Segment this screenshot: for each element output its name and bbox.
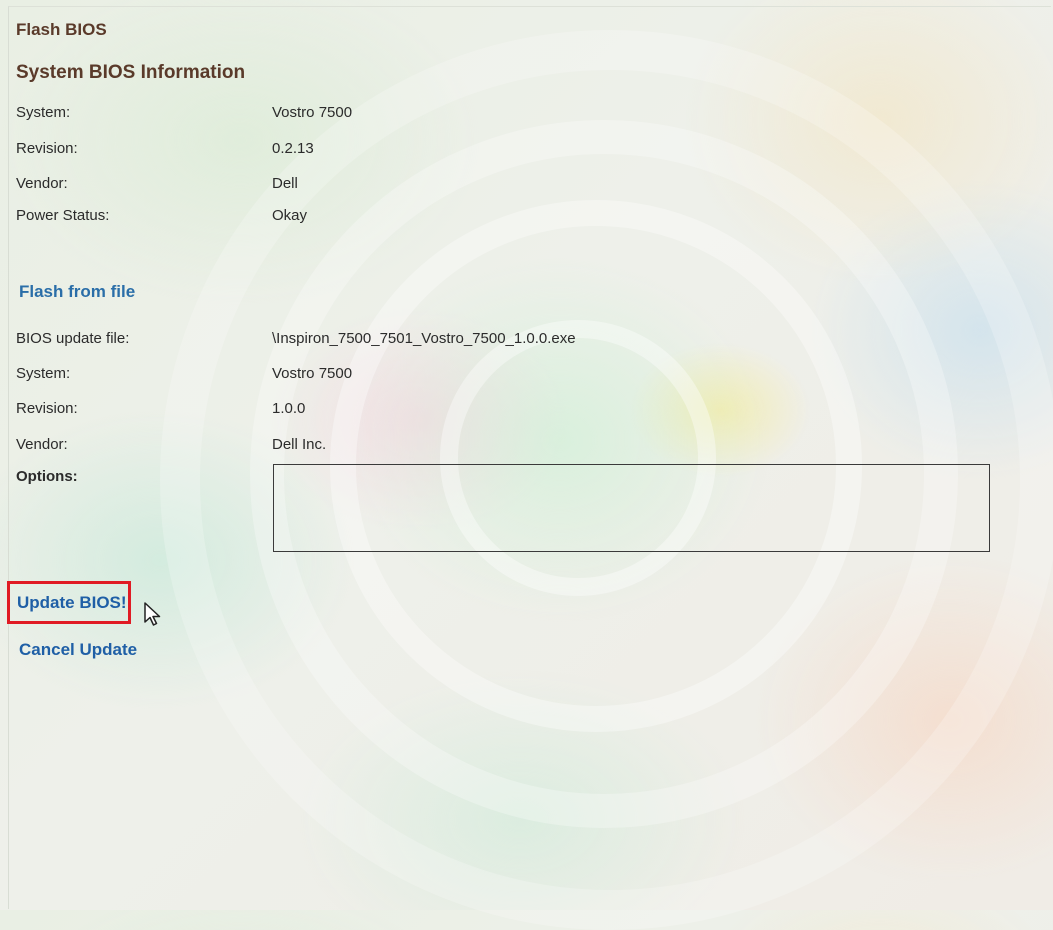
system-label: System:: [16, 104, 71, 121]
revision-value: 0.2.13: [272, 140, 314, 157]
vendor-label: Vendor:: [16, 175, 68, 192]
vendor-value: Dell: [272, 175, 298, 192]
cancel-update-button[interactable]: Cancel Update: [19, 640, 137, 660]
file-revision-value: 1.0.0: [272, 400, 306, 417]
options-label: Options:: [16, 468, 78, 485]
bios-update-file-value: \Inspiron_7500_7501_Vostro_7500_1.0.0.ex…: [272, 330, 576, 347]
file-revision-label: Revision:: [16, 400, 78, 417]
file-system-value: Vostro 7500: [272, 365, 353, 382]
power-status-value: Okay: [272, 207, 308, 224]
power-status-label: Power Status:: [16, 207, 110, 224]
page-title: Flash BIOS: [16, 20, 107, 39]
system-bios-heading: System BIOS Information: [16, 62, 246, 83]
mouse-pointer-icon: [144, 602, 161, 626]
bios-update-file-label: BIOS update file:: [16, 330, 130, 347]
file-system-label: System:: [16, 365, 71, 382]
system-value: Vostro 7500: [272, 104, 353, 121]
update-bios-button[interactable]: Update BIOS!: [17, 593, 127, 613]
options-box[interactable]: [273, 464, 990, 552]
flash-from-file-heading: Flash from file: [19, 282, 136, 301]
revision-label: Revision:: [16, 140, 78, 157]
file-vendor-label: Vendor:: [16, 436, 68, 453]
screen-frame: [8, 6, 1051, 909]
file-vendor-value: Dell Inc.: [272, 436, 327, 453]
